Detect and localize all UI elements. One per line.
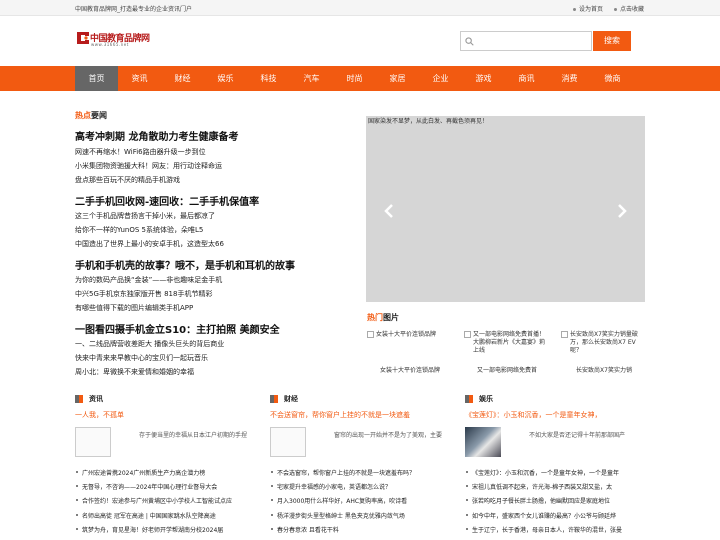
nav-item-news[interactable]: 资讯 xyxy=(118,66,161,91)
column-lead-link[interactable]: 一人我，不孤单 xyxy=(75,410,124,420)
search-icon xyxy=(465,37,474,46)
news-item[interactable]: 中国造出了世界上最小的安卓手机，这造型太66 xyxy=(75,239,224,249)
nav-item-business[interactable]: 商讯 xyxy=(505,66,548,91)
list-item[interactable]: 杨洋漫步街头里型格绅士 黑色夹克优雅内敛气场 xyxy=(270,511,452,525)
news-item[interactable]: 为你的数码产品换“金装”——非也趣味足金手机 xyxy=(75,275,222,285)
section-marker-icon xyxy=(79,395,83,403)
image-icon[interactable] xyxy=(270,427,306,457)
nav-item-tech[interactable]: 科技 xyxy=(247,66,290,91)
pic-thumb[interactable]: 女装十大平价连锁品牌 xyxy=(367,331,447,355)
list-item[interactable]: 不会选窗帘，帮你窗户上挂的不就是一块遮羞布吗？ xyxy=(270,468,452,482)
site-description: 中国教育品牌网_打造最专业的企业资讯门户 xyxy=(75,6,193,13)
headline[interactable]: 二手手机回收网-速回收：二手手机保值率 xyxy=(75,193,259,208)
news-item[interactable]: 小米集团物资驰援大科！网友：用行动诠释命运 xyxy=(75,161,222,171)
list-item[interactable]: 无督导，不咨询——2024年中国心理行业督导大会 xyxy=(75,482,257,496)
pic-caption[interactable]: 女装十大平价连锁品牌 xyxy=(370,365,450,374)
list-item[interactable]: 宅家提升幸福感的小家电，英语都怎么说？ xyxy=(270,482,452,496)
news-item[interactable]: 快来中青来来早教中心的宝贝们一起玩音乐 xyxy=(75,353,208,363)
list-item[interactable]: 宋祖儿真低调不起来，许光海-棉子西装又甜又盐，太 xyxy=(465,482,647,496)
news-item[interactable]: 一、二线品牌营收差距大 播像头巨头的背后商业 xyxy=(75,339,224,349)
search-button[interactable]: 搜索 xyxy=(593,31,631,51)
nav-item-games[interactable]: 游戏 xyxy=(462,66,505,91)
column-list: 《宝莲灯》：小玉和沉香，一个是童年女神，一个是童年 宋祖儿真低调不起来，许光海-… xyxy=(465,468,647,539)
bookmark-link[interactable]: 点击收藏 xyxy=(614,4,644,13)
site-logo[interactable]: 中国教育品牌网 www.31665.net xyxy=(76,30,150,50)
list-item[interactable]: 张若昀吃月子餐长胖土肠撸，他幽默回应是家庭地位 xyxy=(465,496,647,510)
broken-image-icon xyxy=(561,331,568,338)
bullet-icon xyxy=(614,8,617,11)
main-nav: 首页 资讯 财经 娱乐 科技 汽车 时尚 家居 企业 游戏 商讯 消费 微商 xyxy=(0,66,720,91)
section-marker-icon xyxy=(274,395,278,403)
nav-item-home[interactable]: 首页 xyxy=(75,66,118,91)
hot-pics-title: 热门图片 xyxy=(367,313,399,322)
column-desc: 窗帘的出现一开始并不是为了美观，主要 xyxy=(334,432,443,439)
broken-image-icon xyxy=(367,331,374,338)
image-icon[interactable] xyxy=(75,427,111,457)
headline[interactable]: 一图看四摄手机金立S10：主打拍照 美颜安全 xyxy=(75,321,280,336)
nav-item-wechat-biz[interactable]: 微商 xyxy=(591,66,634,91)
photo-thumbnail[interactable] xyxy=(465,427,501,457)
list-item[interactable]: 《宝莲灯》：小玉和沉香，一个是童年女神，一个是童年 xyxy=(465,468,647,482)
hot-news-title: 热点要闻 xyxy=(75,111,107,120)
section-marker-icon xyxy=(469,395,473,403)
news-item[interactable]: 盘点那些百玩不厌的精品手机游戏 xyxy=(75,175,180,185)
set-home-link[interactable]: 设为首页 xyxy=(573,4,603,13)
bullet-icon xyxy=(573,8,576,11)
nav-item-fashion[interactable]: 时尚 xyxy=(333,66,376,91)
nav-item-home-living[interactable]: 家居 xyxy=(376,66,419,91)
column-news: 资讯 一人我，不孤单 存于便当里的幸福从日本江户初期的手捏 广州宏途曾携2024… xyxy=(75,393,257,540)
list-item[interactable]: 生于辽宁，长于香港，母亲日本人，许鞍华的混世，张曼 xyxy=(465,525,647,539)
list-item[interactable]: 名师出高徒 冠军在高途 | 中国国家跳水队空降高途 xyxy=(75,511,257,525)
headline[interactable]: 高考冲刺期 龙角散助力考生健康备考 xyxy=(75,128,238,143)
headline[interactable]: 手机和手机壳的故事？哦不，是手机和耳机的故事 xyxy=(75,257,295,272)
column-list: 广州宏途曾携2024广州新质生产力高企潜力榜 无督导，不咨询——2024年中国心… xyxy=(75,468,257,539)
column-finance: 财经 不会送窗帘，帮你窗户上挂的不就是一块遮羞 窗帘的出现一开始并不是为了美观，… xyxy=(270,393,452,540)
list-item[interactable]: 春分春意浓 且看花干料 xyxy=(270,525,452,539)
image-slider[interactable]: 国家染发不显梦，从此白发、再截色须再见！ xyxy=(366,116,645,302)
column-list: 不会选窗帘，帮你窗户上挂的不就是一块遮羞布吗？ 宅家提升幸福感的小家电，英语都怎… xyxy=(270,468,452,539)
news-item[interactable]: 周小北：卑微换不来爱情和婚姻的幸福 xyxy=(75,367,194,377)
news-item[interactable]: 这三个手机品牌昔扬言干掉小米，最后都凉了 xyxy=(75,211,215,221)
broken-image-icon xyxy=(464,331,471,338)
logo-url: www.31665.net xyxy=(91,42,129,47)
news-item[interactable]: 给你不一样的YunOS 5系统体验，朵唯L5 xyxy=(75,225,203,235)
top-bar: 中国教育品牌网_打造最专业的企业资讯门户 设为首页 点击收藏 xyxy=(0,0,720,16)
nav-item-consumer[interactable]: 消费 xyxy=(548,66,591,91)
column-desc: 不如大家是否还记得十年前那部国产 xyxy=(529,432,626,439)
news-item[interactable]: 中兴5G手机京东独家版开售 818手机节精彩 xyxy=(75,289,212,299)
chevron-left-icon[interactable] xyxy=(383,204,395,218)
news-item[interactable]: 网速不再缩水！WiFi6路由器升级一步到位 xyxy=(75,147,206,157)
nav-item-auto[interactable]: 汽车 xyxy=(290,66,333,91)
news-item[interactable]: 有哪些值得下载的图片编辑类手机APP xyxy=(75,303,193,313)
column-lead-link[interactable]: 《宝莲灯》：小玉和沉香，一个是童年女神， xyxy=(465,410,602,420)
nav-item-finance[interactable]: 财经 xyxy=(161,66,204,91)
slide-caption[interactable]: 国家染发不显梦，从此白发、再截色须再见！ xyxy=(368,116,488,125)
list-item[interactable]: 合作签约！宏途参与广州黄埔区中小学校人工智能试点应 xyxy=(75,496,257,510)
chevron-right-icon[interactable] xyxy=(616,204,628,218)
list-item[interactable]: 如今中年，盛家西个女儿谁赚的最高？小公爷与顾廷烨 xyxy=(465,511,647,525)
column-lead-link[interactable]: 不会送窗帘，帮你窗户上挂的不就是一块遮羞 xyxy=(270,410,410,420)
list-item[interactable]: 广州宏途曾携2024广州新质生产力高企潜力榜 xyxy=(75,468,257,482)
column-entertainment: 娱乐 《宝莲灯》：小玉和沉香，一个是童年女神， 不如大家是否还记得十年前那部国产… xyxy=(465,393,647,540)
logo-mark-icon xyxy=(77,32,89,44)
pic-caption[interactable]: 又一部电影网络免费首 xyxy=(467,365,547,374)
nav-item-enterprise[interactable]: 企业 xyxy=(419,66,462,91)
pic-thumb[interactable]: 长安致尚X7笑实力销量破万，那么长安致尚X7 EV呢？ xyxy=(561,331,641,355)
nav-item-entertainment[interactable]: 娱乐 xyxy=(204,66,247,91)
pic-thumb[interactable]: 又一部电影网络免费首播！大鹏柳岩新片《大嘉宴》莉上线 xyxy=(464,331,545,355)
search-box xyxy=(460,31,592,51)
column-desc: 存于便当里的幸福从日本江户初期的手捏 xyxy=(139,432,248,439)
pic-caption[interactable]: 长安致尚X7笑实力销 xyxy=(564,365,644,374)
list-item[interactable]: 月入3000用什么样华好，AHC复购率高，吹诗看 xyxy=(270,496,452,510)
search-input[interactable] xyxy=(477,34,587,48)
list-item[interactable]: 筑梦为舟，育见星海！好老师开学帮湖南分校2024届 xyxy=(75,525,257,539)
